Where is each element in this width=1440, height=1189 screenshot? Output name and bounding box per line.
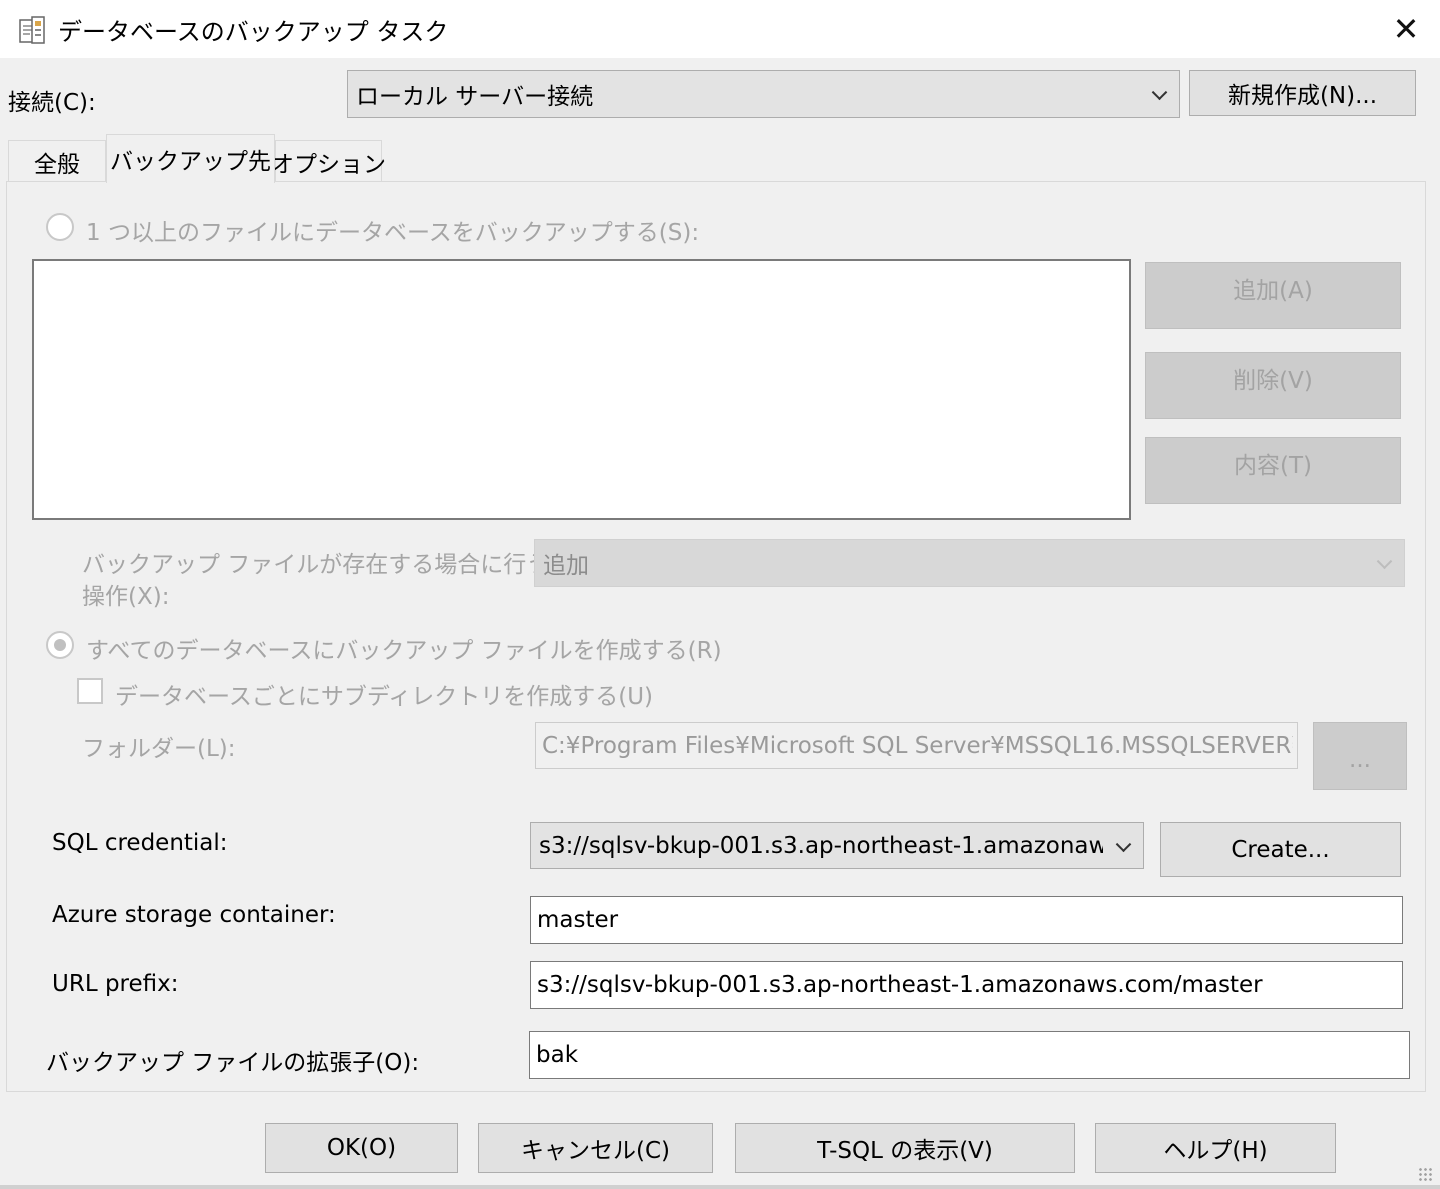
backup-per-database-label: すべてのデータベースにバックアップ ファイルを作成する(R) [86,638,722,664]
show-tsql-button[interactable]: T-SQL の表示(V) [735,1123,1075,1173]
extension-value: bak [536,1042,579,1068]
azure-container-field[interactable]: master [530,896,1403,944]
connection-label: 接続(C): [8,90,96,116]
url-prefix-field[interactable]: s3://sqlsv-bkup-001.s3.ap-northeast-1.am… [530,961,1403,1009]
resize-grip-icon[interactable] [1418,1167,1432,1181]
sql-credential-select[interactable]: s3://sqlsv-bkup-001.s3.ap-northeast-1.am… [530,822,1144,869]
add-button[interactable]: 追加(A) [1145,262,1401,329]
if-exists-select-value: 追加 [543,553,589,579]
backup-to-files-radio[interactable] [46,213,74,241]
close-icon: ✕ [1392,10,1420,48]
remove-button[interactable]: 削除(V) [1145,352,1401,419]
contents-button[interactable]: 内容(T) [1145,437,1401,504]
tab-options[interactable]: オプション [271,140,386,182]
folder-field-value: C:¥Program Files¥Microsoft SQL Server¥MS… [542,732,1293,759]
folder-label: フォルダー(L): [82,736,236,762]
browse-folder-button[interactable]: ... [1313,722,1407,790]
backup-to-files-label: 1 つ以上のファイルにデータベースをバックアップする(S): [86,220,700,246]
connection-select[interactable]: ローカル サーバー接続 [347,70,1180,118]
create-credential-button[interactable]: Create... [1160,822,1401,877]
extension-field[interactable]: bak [529,1031,1410,1079]
chevron-down-icon [1115,836,1132,852]
close-button[interactable]: ✕ [1378,6,1434,52]
new-connection-button[interactable]: 新規作成(N)... [1189,70,1416,116]
chevron-down-icon [1151,84,1168,101]
azure-container-value: master [537,907,619,933]
if-exists-label-line2: 操作(X): [82,584,170,610]
url-prefix-value: s3://sqlsv-bkup-001.s3.ap-northeast-1.am… [537,972,1263,998]
subdirectory-checkbox-label: データベースごとにサブディレクトリを作成する(U) [115,684,654,710]
extension-label: バックアップ ファイルの拡張子(O): [46,1050,420,1076]
tab-general[interactable]: 全般 [8,140,106,182]
backup-task-icon [17,14,47,46]
azure-container-label: Azure storage container: [52,902,336,928]
subdirectory-checkbox[interactable] [77,678,103,704]
sql-credential-select-value: s3://sqlsv-bkup-001.s3.ap-northeast-1.am… [539,832,1103,859]
chevron-down-icon [1376,553,1393,570]
if-exists-select[interactable]: 追加 [534,539,1405,587]
backup-per-database-radio[interactable] [46,631,74,659]
url-prefix-label: URL prefix: [52,971,179,997]
tab-backup-destination[interactable]: バックアップ先 [106,134,275,183]
backup-files-list[interactable] [32,259,1131,520]
sql-credential-label: SQL credential: [52,830,228,856]
title-bar: データベースのバックアップ タスク ✕ [0,0,1440,58]
folder-field[interactable]: C:¥Program Files¥Microsoft SQL Server¥MS… [535,722,1298,769]
connection-select-value: ローカル サーバー接続 [356,84,594,110]
cancel-button[interactable]: キャンセル(C) [478,1123,713,1173]
if-exists-label-line1: バックアップ ファイルが存在する場合に行う [82,552,550,578]
window-title: データベースのバックアップ タスク [58,18,449,46]
help-button[interactable]: ヘルプ(H) [1095,1123,1336,1173]
ok-button[interactable]: OK(O) [265,1123,458,1173]
window-bottom-edge [0,1185,1440,1189]
